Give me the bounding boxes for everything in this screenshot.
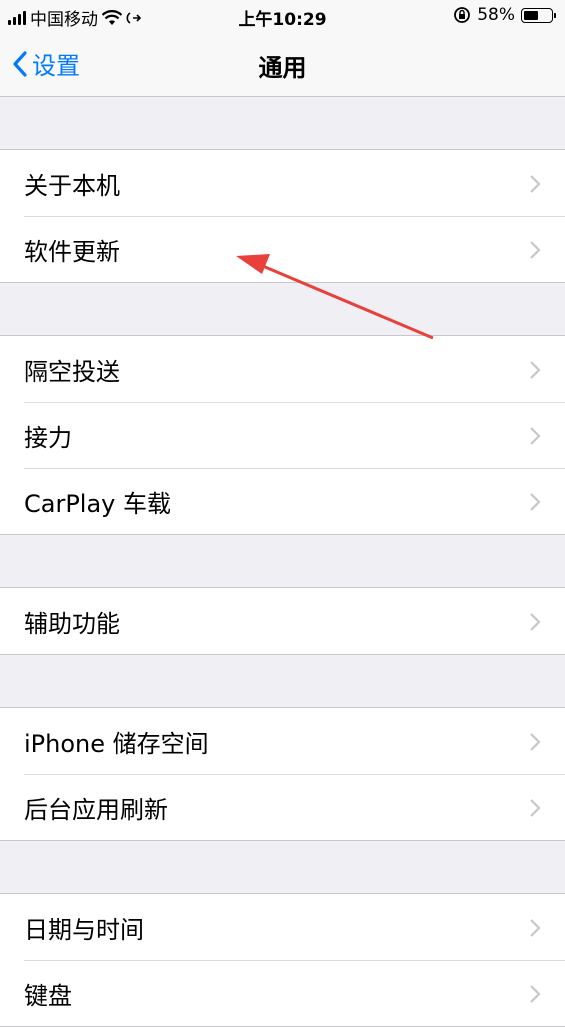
list-item-carplay[interactable]: CarPlay 车载 bbox=[0, 468, 565, 534]
chevron-right-icon bbox=[530, 613, 541, 631]
chevron-right-icon bbox=[530, 799, 541, 817]
chevron-right-icon bbox=[530, 493, 541, 511]
list-item-label: 后台应用刷新 bbox=[24, 795, 168, 824]
battery-icon bbox=[521, 7, 556, 23]
chevron-right-icon bbox=[530, 733, 541, 751]
list-item-label: 日期与时间 bbox=[24, 915, 144, 944]
list-item-label: 隔空投送 bbox=[24, 357, 120, 386]
list-item-background-refresh[interactable]: 后台应用刷新 bbox=[0, 774, 565, 840]
list-item-date-time[interactable]: 日期与时间 bbox=[0, 894, 565, 960]
chevron-right-icon bbox=[530, 361, 541, 379]
list-item-label: 键盘 bbox=[24, 981, 72, 1010]
chevron-right-icon bbox=[530, 985, 541, 1003]
list-item-label: CarPlay 车载 bbox=[24, 489, 172, 518]
list-item-keyboard[interactable]: 键盘 bbox=[0, 960, 565, 1026]
settings-list: 关于本机 软件更新 隔空投送 接力 CarPlay 车载 辅助功能 iPhone… bbox=[0, 97, 565, 1027]
list-item-iphone-storage[interactable]: iPhone 储存空间 bbox=[0, 708, 565, 774]
list-item-airdrop[interactable]: 隔空投送 bbox=[0, 336, 565, 402]
status-bar: 中国移动 上午10:29 58% bbox=[0, 0, 565, 32]
settings-group-connectivity: 隔空投送 接力 CarPlay 车载 bbox=[0, 335, 565, 535]
list-item-label: 接力 bbox=[24, 423, 72, 452]
settings-group-storage: iPhone 储存空间 后台应用刷新 bbox=[0, 707, 565, 841]
list-item-label: 辅助功能 bbox=[24, 609, 120, 638]
settings-group-accessibility: 辅助功能 bbox=[0, 587, 565, 655]
chevron-right-icon bbox=[530, 427, 541, 445]
chevron-right-icon bbox=[530, 919, 541, 937]
navigation-bar: 设置 通用 bbox=[0, 32, 565, 97]
list-item-about[interactable]: 关于本机 bbox=[0, 150, 565, 216]
list-item-accessibility[interactable]: 辅助功能 bbox=[0, 588, 565, 654]
list-item-software-update[interactable]: 软件更新 bbox=[0, 216, 565, 282]
battery-percent: 58% bbox=[477, 5, 515, 25]
list-item-label: 软件更新 bbox=[24, 237, 120, 266]
settings-group-about: 关于本机 软件更新 bbox=[0, 149, 565, 283]
status-right: 58% bbox=[453, 5, 556, 25]
settings-group-datetime: 日期与时间 键盘 bbox=[0, 893, 565, 1027]
chevron-right-icon bbox=[530, 175, 541, 193]
list-item-label: 关于本机 bbox=[24, 171, 120, 200]
orientation-lock-icon bbox=[454, 7, 471, 23]
chevron-right-icon bbox=[530, 241, 541, 259]
list-item-label: iPhone 储存空间 bbox=[24, 729, 209, 758]
page-title: 通用 bbox=[258, 54, 307, 82]
list-item-handoff[interactable]: 接力 bbox=[0, 402, 565, 468]
